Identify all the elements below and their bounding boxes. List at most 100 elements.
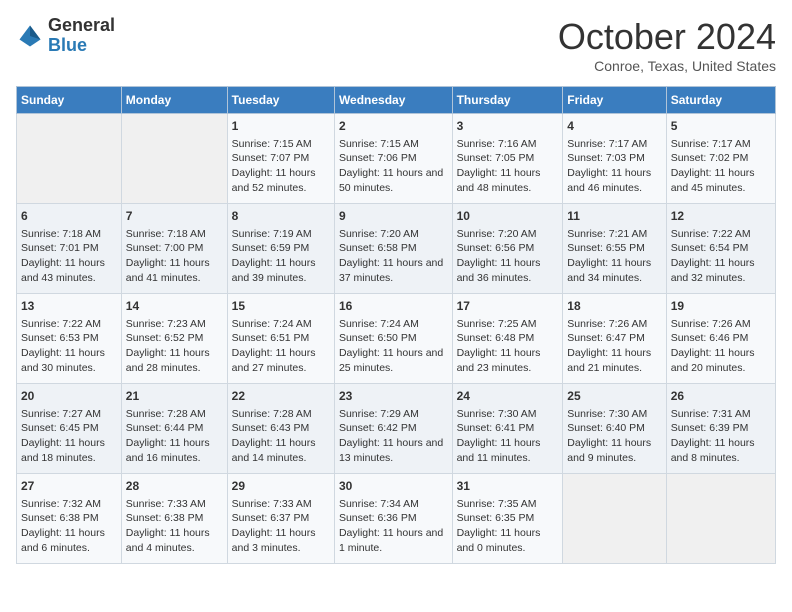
day-header-thursday: Thursday [452,87,563,114]
logo-blue-text: Blue [48,35,87,55]
logo-icon [16,22,44,50]
day-header-friday: Friday [563,87,666,114]
day-number: 20 [21,388,117,405]
calendar-week-5: 27 Sunrise: 7:32 AM Sunset: 6:38 PM Dayli… [17,474,776,564]
cell-sun-info: Sunrise: 7:19 AM Sunset: 6:59 PM Dayligh… [232,227,330,286]
cell-sun-info: Sunrise: 7:17 AM Sunset: 7:03 PM Dayligh… [567,137,661,196]
calendar-week-1: 1 Sunrise: 7:15 AM Sunset: 7:07 PM Daylig… [17,114,776,204]
day-number: 29 [232,478,330,495]
cell-sun-info: Sunrise: 7:15 AM Sunset: 7:07 PM Dayligh… [232,137,330,196]
day-number: 26 [671,388,771,405]
calendar-week-2: 6Sunrise: 7:18 AM Sunset: 7:01 PM Daylig… [17,204,776,294]
calendar-body: 1 Sunrise: 7:15 AM Sunset: 7:07 PM Daylig… [17,114,776,564]
cell-sun-info: Sunrise: 7:24 AM Sunset: 6:51 PM Dayligh… [232,317,330,376]
day-number: 7 [126,208,223,225]
day-number: 9 [339,208,448,225]
day-number: 15 [232,298,330,315]
cell-sun-info: Sunrise: 7:24 AM Sunset: 6:50 PM Dayligh… [339,317,448,376]
day-number: 11 [567,208,661,225]
cell-sun-info: Sunrise: 7:23 AM Sunset: 6:52 PM Dayligh… [126,317,223,376]
day-number: 31 [457,478,559,495]
cell-sun-info: Sunrise: 7:17 AM Sunset: 7:02 PM Dayligh… [671,137,771,196]
day-header-wednesday: Wednesday [334,87,452,114]
cell-sun-info: Sunrise: 7:35 AM Sunset: 6:35 PM Dayligh… [457,497,559,556]
day-number: 25 [567,388,661,405]
calendar-cell: 11 Sunrise: 7:21 AM Sunset: 6:55 PM Dayli… [563,204,666,294]
cell-sun-info: Sunrise: 7:22 AM Sunset: 6:53 PM Dayligh… [21,317,117,376]
logo-general-text: General [48,15,115,35]
cell-sun-info: Sunrise: 7:29 AM Sunset: 6:42 PM Dayligh… [339,407,448,466]
calendar-cell: 30 Sunrise: 7:34 AM Sunset: 6:36 PM Dayli… [334,474,452,564]
calendar-cell: 26 Sunrise: 7:31 AM Sunset: 6:39 PM Dayli… [666,384,775,474]
cell-sun-info: Sunrise: 7:33 AM Sunset: 6:37 PM Dayligh… [232,497,330,556]
day-number: 19 [671,298,771,315]
calendar-cell: 7 Sunrise: 7:18 AM Sunset: 7:00 PM Daylig… [121,204,227,294]
day-number: 30 [339,478,448,495]
calendar-cell: 12Sunrise: 7:22 AM Sunset: 6:54 PM Dayli… [666,204,775,294]
day-number: 12 [671,208,771,225]
cell-sun-info: Sunrise: 7:20 AM Sunset: 6:56 PM Dayligh… [457,227,559,286]
calendar-cell: 14 Sunrise: 7:23 AM Sunset: 6:52 PM Dayli… [121,294,227,384]
day-number: 13 [21,298,117,315]
day-number: 24 [457,388,559,405]
cell-sun-info: Sunrise: 7:26 AM Sunset: 6:47 PM Dayligh… [567,317,661,376]
logo: General Blue [16,16,115,56]
calendar-header-row: SundayMondayTuesdayWednesdayThursdayFrid… [17,87,776,114]
calendar-cell: 20 Sunrise: 7:27 AM Sunset: 6:45 PM Dayli… [17,384,122,474]
calendar-cell: 5 Sunrise: 7:17 AM Sunset: 7:02 PM Daylig… [666,114,775,204]
calendar-cell: 16Sunrise: 7:24 AM Sunset: 6:50 PM Dayli… [334,294,452,384]
calendar-cell [17,114,122,204]
day-number: 22 [232,388,330,405]
cell-sun-info: Sunrise: 7:32 AM Sunset: 6:38 PM Dayligh… [21,497,117,556]
calendar-cell: 25Sunrise: 7:30 AM Sunset: 6:40 PM Dayli… [563,384,666,474]
day-number: 17 [457,298,559,315]
day-number: 4 [567,118,661,135]
calendar-cell: 18 Sunrise: 7:26 AM Sunset: 6:47 PM Dayli… [563,294,666,384]
day-header-monday: Monday [121,87,227,114]
day-number: 14 [126,298,223,315]
calendar-cell: 29 Sunrise: 7:33 AM Sunset: 6:37 PM Dayli… [227,474,334,564]
day-number: 18 [567,298,661,315]
calendar-cell: 4 Sunrise: 7:17 AM Sunset: 7:03 PM Daylig… [563,114,666,204]
cell-sun-info: Sunrise: 7:28 AM Sunset: 6:44 PM Dayligh… [126,407,223,466]
cell-sun-info: Sunrise: 7:34 AM Sunset: 6:36 PM Dayligh… [339,497,448,556]
calendar-cell: 2Sunrise: 7:15 AM Sunset: 7:06 PM Daylig… [334,114,452,204]
calendar-cell: 23 Sunrise: 7:29 AM Sunset: 6:42 PM Dayli… [334,384,452,474]
calendar-cell: 8Sunrise: 7:19 AM Sunset: 6:59 PM Daylig… [227,204,334,294]
day-header-saturday: Saturday [666,87,775,114]
cell-sun-info: Sunrise: 7:33 AM Sunset: 6:38 PM Dayligh… [126,497,223,556]
day-number: 1 [232,118,330,135]
cell-sun-info: Sunrise: 7:27 AM Sunset: 6:45 PM Dayligh… [21,407,117,466]
calendar-cell: 19Sunrise: 7:26 AM Sunset: 6:46 PM Dayli… [666,294,775,384]
calendar-week-3: 13 Sunrise: 7:22 AM Sunset: 6:53 PM Dayli… [17,294,776,384]
cell-sun-info: Sunrise: 7:31 AM Sunset: 6:39 PM Dayligh… [671,407,771,466]
day-header-sunday: Sunday [17,87,122,114]
calendar-cell: 10Sunrise: 7:20 AM Sunset: 6:56 PM Dayli… [452,204,563,294]
calendar-cell: 24Sunrise: 7:30 AM Sunset: 6:41 PM Dayli… [452,384,563,474]
calendar-table: SundayMondayTuesdayWednesdayThursdayFrid… [16,86,776,564]
calendar-cell: 3Sunrise: 7:16 AM Sunset: 7:05 PM Daylig… [452,114,563,204]
cell-sun-info: Sunrise: 7:25 AM Sunset: 6:48 PM Dayligh… [457,317,559,376]
calendar-cell: 1 Sunrise: 7:15 AM Sunset: 7:07 PM Daylig… [227,114,334,204]
calendar-cell: 6Sunrise: 7:18 AM Sunset: 7:01 PM Daylig… [17,204,122,294]
calendar-cell [563,474,666,564]
calendar-week-4: 20 Sunrise: 7:27 AM Sunset: 6:45 PM Dayli… [17,384,776,474]
cell-sun-info: Sunrise: 7:21 AM Sunset: 6:55 PM Dayligh… [567,227,661,286]
month-title: October 2024 [558,16,776,58]
cell-sun-info: Sunrise: 7:18 AM Sunset: 7:00 PM Dayligh… [126,227,223,286]
day-number: 3 [457,118,559,135]
calendar-cell: 13 Sunrise: 7:22 AM Sunset: 6:53 PM Dayli… [17,294,122,384]
calendar-cell: 15 Sunrise: 7:24 AM Sunset: 6:51 PM Dayli… [227,294,334,384]
calendar-cell: 28Sunrise: 7:33 AM Sunset: 6:38 PM Dayli… [121,474,227,564]
day-number: 2 [339,118,448,135]
calendar-cell: 22Sunrise: 7:28 AM Sunset: 6:43 PM Dayli… [227,384,334,474]
cell-sun-info: Sunrise: 7:20 AM Sunset: 6:58 PM Dayligh… [339,227,448,286]
calendar-cell: 9 Sunrise: 7:20 AM Sunset: 6:58 PM Daylig… [334,204,452,294]
calendar-cell: 31 Sunrise: 7:35 AM Sunset: 6:35 PM Dayli… [452,474,563,564]
day-number: 23 [339,388,448,405]
day-number: 5 [671,118,771,135]
location-subtitle: Conroe, Texas, United States [558,58,776,74]
day-number: 27 [21,478,117,495]
calendar-cell [121,114,227,204]
calendar-cell: 27 Sunrise: 7:32 AM Sunset: 6:38 PM Dayli… [17,474,122,564]
